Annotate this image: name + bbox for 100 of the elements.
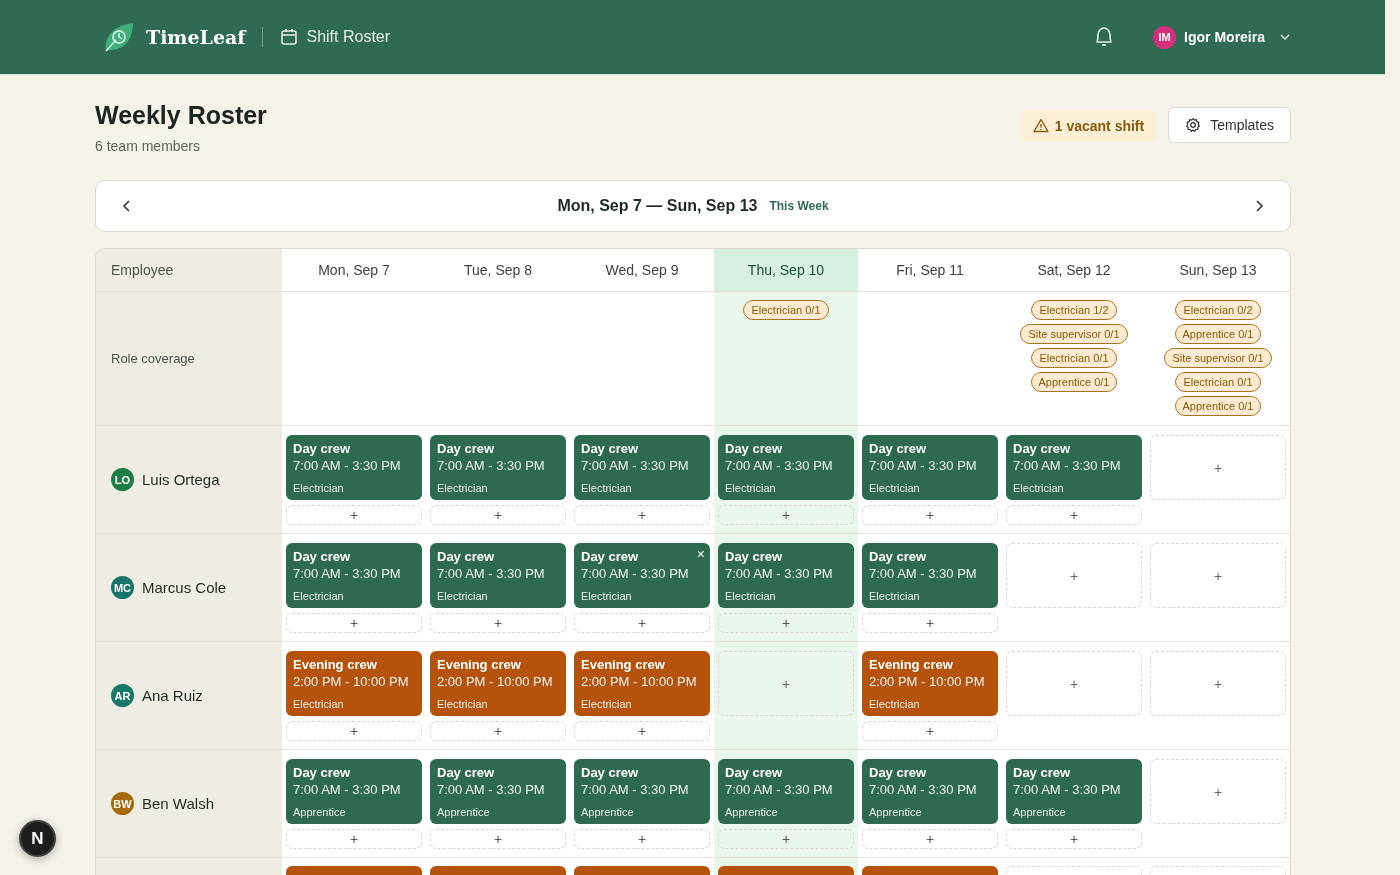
shift-time: 7:00 AM - 3:30 PM [869,566,978,581]
add-shift-button[interactable]: + [430,721,566,741]
shift-time: 7:00 AM - 3:30 PM [581,458,690,473]
shift-time: 7:00 AM - 3:30 PM [1013,458,1122,473]
shift-time: 7:00 AM - 3:30 PM [725,782,834,797]
shift-card[interactable]: Day crew 7:00 AM - 3:30 PM Electrician [430,543,566,608]
shift-time: 7:00 AM - 3:30 PM [869,458,978,473]
employee-name: Luis Ortega [142,471,220,488]
chevron-right-icon [1254,199,1264,213]
shift-name: Day crew [725,441,783,456]
shift-role: Electrician [293,482,345,494]
shift-role: Electrician [581,590,633,602]
add-shift-button[interactable]: + [1006,543,1142,608]
add-shift-button[interactable]: + [430,829,566,849]
leaf-logo-icon [102,20,136,54]
add-shift-button[interactable]: + [718,613,854,633]
shift-role: Apprentice [581,806,635,818]
add-shift-button[interactable]: + [574,613,710,633]
shift-card[interactable]: Day crew 7:00 AM - 3:30 PM Electrician [862,543,998,608]
add-shift-button[interactable]: + [286,505,422,525]
shift-card[interactable]: Day crew 7:00 AM - 3:30 PM Electrician [286,543,422,608]
row-label: Role coverage [111,351,195,366]
shift-time: 7:00 AM - 3:30 PM [293,458,402,473]
shift-card[interactable]: Day crew 7:00 AM - 3:30 PM Electrician [286,435,422,500]
shift-card[interactable]: Day crew 7:00 AM - 3:30 PM Electrician [574,435,710,500]
add-shift-button[interactable]: + [286,721,422,741]
shift-name: Day crew [581,549,639,564]
add-shift-button[interactable]: + [1150,759,1286,824]
employee-avatar: MC [111,576,134,599]
add-shift-button[interactable]: + [718,505,854,525]
user-avatar: IM [1153,25,1177,49]
add-shift-button[interactable]: + [862,505,998,525]
coverage-tag: Site supervisor 0/1 [1020,324,1128,344]
shift-name: Evening crew [293,657,377,672]
shift-card[interactable]: Day crew 7:00 AM - 3:30 PM Electrician × [574,543,710,608]
dev-tools-button[interactable]: N [19,820,56,857]
shift-card[interactable]: Day crew 7:00 AM - 3:30 PM Electrician [1006,435,1142,500]
shift-card[interactable]: Day crew 7:00 AM - 3:30 PM Electrician [718,435,854,500]
shift-name: Evening crew [869,657,953,672]
shift-name: Day crew [869,441,927,456]
employee-name: Marcus Cole [142,579,227,596]
shift-role: Electrician [437,482,489,494]
day-heading: Sat, Sep 12 [1002,249,1146,292]
add-shift-button[interactable]: + [1006,505,1142,525]
shift-card[interactable]: Evening crew 2:00 PM - 10:00 PM Electrician [430,651,566,716]
add-shift-button[interactable]: + [574,721,710,741]
shift-role: Electrician [581,482,633,494]
add-shift-button[interactable]: + [718,651,854,716]
shift-time: 2:00 PM - 10:00 PM [437,674,554,689]
shift-card[interactable]: Day crew 7:00 AM - 3:30 PM Electrician [862,435,998,500]
add-shift-button[interactable]: + [862,721,998,741]
shift-card[interactable]: Evening crew 2:00 PM - 10:00 PM Electrician [286,651,422,716]
shift-time: 7:00 AM - 3:30 PM [437,782,546,797]
shift-card[interactable]: Day crew 7:00 AM - 3:30 PM Apprentice [286,759,422,824]
add-shift-button[interactable]: + [1150,651,1286,716]
calendar-icon [280,28,299,46]
shift-card[interactable]: Evening crew 2:00 PM - 10:00 PM Electrician [574,651,710,716]
shift-card[interactable]: Day crew 7:00 AM - 3:30 PM Apprentice [430,759,566,824]
shift-card[interactable]: Day crew 7:00 AM - 3:30 PM Electrician [430,435,566,500]
shift-name: Day crew [725,549,783,564]
add-shift-button[interactable]: + [862,829,998,849]
coverage-tag: Electrician 0/2 [1175,300,1261,320]
shift-card[interactable]: Evening crew 2:00 PM - 10:00 PM Electrician [862,651,998,716]
week-range: Mon, Sep 7 — Sun, Sep 13 [557,197,758,215]
add-shift-button[interactable]: + [1006,829,1142,849]
add-shift-button[interactable]: + [862,613,998,633]
add-shift-button[interactable]: + [574,505,710,525]
shift-role: Electrician [869,482,921,494]
shift-card[interactable]: Day crew 7:00 AM - 3:30 PM Apprentice [1006,759,1142,824]
add-shift-button[interactable]: + [718,829,854,849]
day-heading: Fri, Sep 11 [858,249,1002,292]
shift-name: Day crew [437,549,495,564]
coverage-tag: Apprentice 0/1 [1030,372,1118,392]
add-shift-button[interactable]: + [430,505,566,525]
employee-name: Ana Ruiz [142,687,203,704]
shift-time: 7:00 AM - 3:30 PM [293,566,402,581]
add-shift-button[interactable]: + [286,829,422,849]
employee-name: Ben Walsh [142,795,214,812]
shift-time: 2:00 PM - 10:00 PM [581,674,698,689]
add-shift-button[interactable]: + [430,613,566,633]
add-shift-button[interactable]: + [1150,543,1286,608]
shift-card[interactable]: Day crew 7:00 AM - 3:30 PM Apprentice [718,759,854,824]
shift-role: Electrician [725,482,777,494]
shift-card[interactable]: Day crew 7:00 AM - 3:30 PM Apprentice [862,759,998,824]
remove-shift-button[interactable]: × [696,546,705,562]
shift-name: Day crew [725,765,783,780]
shift-name: Day crew [581,441,639,456]
shift-name: Day crew [869,549,927,564]
shift-time: 7:00 AM - 3:30 PM [437,458,546,473]
templates-button[interactable]: Templates [1168,107,1291,143]
user-menu[interactable]: IM Igor Moreira [1153,25,1291,49]
shift-role: Electrician [293,590,345,602]
add-shift-button[interactable]: + [1006,651,1142,716]
shift-card[interactable]: Day crew 7:00 AM - 3:30 PM Electrician [718,543,854,608]
add-shift-button[interactable]: + [1150,435,1286,500]
add-shift-button[interactable]: + [574,829,710,849]
shift-name: Day crew [293,765,351,780]
shift-card[interactable]: Day crew 7:00 AM - 3:30 PM Apprentice [574,759,710,824]
warning-icon [1032,118,1049,133]
add-shift-button[interactable]: + [286,613,422,633]
